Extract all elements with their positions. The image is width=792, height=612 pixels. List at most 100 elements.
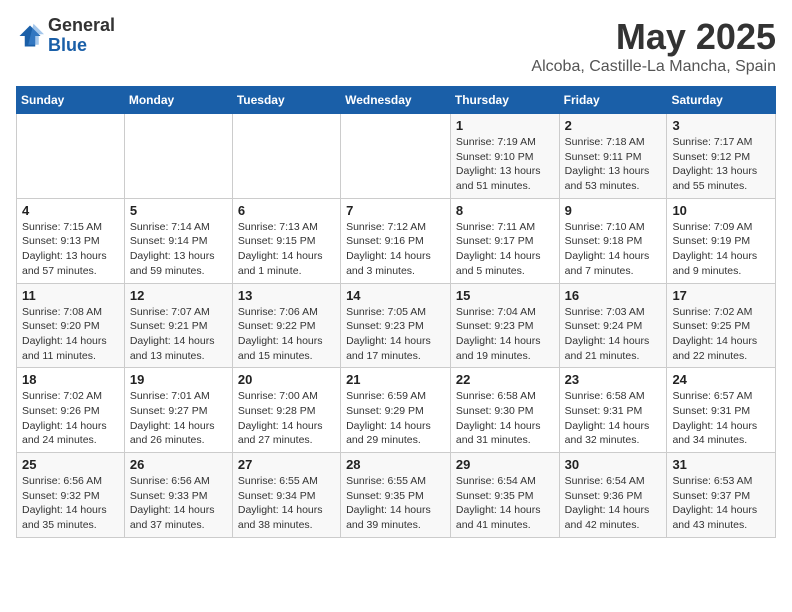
header-cell-wednesday: Wednesday xyxy=(341,87,451,114)
day-info: Sunrise: 7:04 AM Sunset: 9:23 PM Dayligh… xyxy=(456,305,554,364)
calendar-cell: 25Sunrise: 6:56 AM Sunset: 9:32 PM Dayli… xyxy=(17,453,125,538)
day-info: Sunrise: 6:54 AM Sunset: 9:36 PM Dayligh… xyxy=(565,474,662,533)
day-info: Sunrise: 7:10 AM Sunset: 9:18 PM Dayligh… xyxy=(565,220,662,279)
calendar-cell: 12Sunrise: 7:07 AM Sunset: 9:21 PM Dayli… xyxy=(124,283,232,368)
day-info: Sunrise: 7:17 AM Sunset: 9:12 PM Dayligh… xyxy=(672,135,770,194)
calendar-cell: 13 Sunrise: 7:06 AM Sunset: 9:22 PM Dayli… xyxy=(232,283,340,368)
calendar-cell xyxy=(341,114,451,199)
calendar-cell xyxy=(124,114,232,199)
day-number: 11 xyxy=(22,288,119,303)
day-info: Sunrise: 6:56 AM Sunset: 9:33 PM Dayligh… xyxy=(130,474,227,533)
day-number: 15 xyxy=(456,288,554,303)
page-title: May 2025 xyxy=(531,16,776,58)
logo-blue: Blue xyxy=(48,36,115,56)
calendar-cell: 26 Sunrise: 6:56 AM Sunset: 9:33 PM Dayli… xyxy=(124,453,232,538)
day-number: 21 xyxy=(346,372,445,387)
calendar-cell: 30 Sunrise: 6:54 AM Sunset: 9:36 PM Dayli… xyxy=(559,453,667,538)
day-info: Sunrise: 7:08 AM Sunset: 9:20 PM Dayligh… xyxy=(22,305,119,364)
calendar-week-3: 18 Sunrise: 7:02 AM Sunset: 9:26 PM Dayli… xyxy=(17,368,776,453)
header-cell-saturday: Saturday xyxy=(667,87,776,114)
calendar-cell: 6 Sunrise: 7:13 AM Sunset: 9:15 PM Daylig… xyxy=(232,198,340,283)
day-number: 24 xyxy=(672,372,770,387)
day-info: Sunrise: 7:00 AM Sunset: 9:28 PM Dayligh… xyxy=(238,389,335,448)
day-number: 28 xyxy=(346,457,445,472)
header-cell-monday: Monday xyxy=(124,87,232,114)
calendar-cell: 4 Sunrise: 7:15 AM Sunset: 9:13 PM Daylig… xyxy=(17,198,125,283)
calendar-cell: 22 Sunrise: 6:58 AM Sunset: 9:30 PM Dayli… xyxy=(450,368,559,453)
calendar-cell: 21 Sunrise: 6:59 AM Sunset: 9:29 PM Dayli… xyxy=(341,368,451,453)
day-number: 26 xyxy=(130,457,227,472)
logo-icon xyxy=(16,22,44,50)
day-info: Sunrise: 7:01 AM Sunset: 9:27 PM Dayligh… xyxy=(130,389,227,448)
calendar-cell: 28 Sunrise: 6:55 AM Sunset: 9:35 PM Dayli… xyxy=(341,453,451,538)
day-number: 4 xyxy=(22,203,119,218)
day-number: 16 xyxy=(565,288,662,303)
day-info: Sunrise: 7:15 AM Sunset: 9:13 PM Dayligh… xyxy=(22,220,119,279)
day-info: Sunrise: 6:54 AM Sunset: 9:35 PM Dayligh… xyxy=(456,474,554,533)
day-info: Sunrise: 7:07 AM Sunset: 9:21 PM Dayligh… xyxy=(130,305,227,364)
calendar-cell xyxy=(17,114,125,199)
day-number: 2 xyxy=(565,118,662,133)
page-subtitle: Alcoba, Castille-La Mancha, Spain xyxy=(531,58,776,76)
day-info: Sunrise: 6:55 AM Sunset: 9:35 PM Dayligh… xyxy=(346,474,445,533)
day-info: Sunrise: 6:59 AM Sunset: 9:29 PM Dayligh… xyxy=(346,389,445,448)
day-number: 10 xyxy=(672,203,770,218)
calendar-week-0: 1 Sunrise: 7:19 AM Sunset: 9:10 PM Daylig… xyxy=(17,114,776,199)
day-info: Sunrise: 6:58 AM Sunset: 9:31 PM Dayligh… xyxy=(565,389,662,448)
calendar-cell: 9Sunrise: 7:10 AM Sunset: 9:18 PM Daylig… xyxy=(559,198,667,283)
calendar-cell: 2 Sunrise: 7:18 AM Sunset: 9:11 PM Daylig… xyxy=(559,114,667,199)
calendar-cell: 1 Sunrise: 7:19 AM Sunset: 9:10 PM Daylig… xyxy=(450,114,559,199)
calendar-cell: 29 Sunrise: 6:54 AM Sunset: 9:35 PM Dayli… xyxy=(450,453,559,538)
day-info: Sunrise: 7:06 AM Sunset: 9:22 PM Dayligh… xyxy=(238,305,335,364)
day-number: 29 xyxy=(456,457,554,472)
calendar-cell: 17Sunrise: 7:02 AM Sunset: 9:25 PM Dayli… xyxy=(667,283,776,368)
day-info: Sunrise: 7:19 AM Sunset: 9:10 PM Dayligh… xyxy=(456,135,554,194)
day-info: Sunrise: 7:12 AM Sunset: 9:16 PM Dayligh… xyxy=(346,220,445,279)
day-number: 13 xyxy=(238,288,335,303)
day-number: 25 xyxy=(22,457,119,472)
calendar-body: 1 Sunrise: 7:19 AM Sunset: 9:10 PM Daylig… xyxy=(17,114,776,538)
calendar-cell: 19 Sunrise: 7:01 AM Sunset: 9:27 PM Dayli… xyxy=(124,368,232,453)
calendar-cell: 14Sunrise: 7:05 AM Sunset: 9:23 PM Dayli… xyxy=(341,283,451,368)
header-cell-sunday: Sunday xyxy=(17,87,125,114)
calendar-cell: 23 Sunrise: 6:58 AM Sunset: 9:31 PM Dayli… xyxy=(559,368,667,453)
logo-text: General Blue xyxy=(48,16,115,56)
calendar-week-1: 4 Sunrise: 7:15 AM Sunset: 9:13 PM Daylig… xyxy=(17,198,776,283)
calendar-cell xyxy=(232,114,340,199)
calendar-cell: 27 Sunrise: 6:55 AM Sunset: 9:34 PM Dayli… xyxy=(232,453,340,538)
day-info: Sunrise: 7:03 AM Sunset: 9:24 PM Dayligh… xyxy=(565,305,662,364)
title-block: May 2025 Alcoba, Castille-La Mancha, Spa… xyxy=(531,16,776,76)
day-number: 3 xyxy=(672,118,770,133)
calendar-cell: 11 Sunrise: 7:08 AM Sunset: 9:20 PM Dayli… xyxy=(17,283,125,368)
calendar-cell: 8 Sunrise: 7:11 AM Sunset: 9:17 PM Daylig… xyxy=(450,198,559,283)
header-row: SundayMondayTuesdayWednesdayThursdayFrid… xyxy=(17,87,776,114)
day-info: Sunrise: 6:58 AM Sunset: 9:30 PM Dayligh… xyxy=(456,389,554,448)
calendar-cell: 3 Sunrise: 7:17 AM Sunset: 9:12 PM Daylig… xyxy=(667,114,776,199)
header-cell-tuesday: Tuesday xyxy=(232,87,340,114)
day-info: Sunrise: 7:11 AM Sunset: 9:17 PM Dayligh… xyxy=(456,220,554,279)
day-number: 30 xyxy=(565,457,662,472)
calendar-cell: 7Sunrise: 7:12 AM Sunset: 9:16 PM Daylig… xyxy=(341,198,451,283)
calendar-cell: 5Sunrise: 7:14 AM Sunset: 9:14 PM Daylig… xyxy=(124,198,232,283)
calendar-cell: 16 Sunrise: 7:03 AM Sunset: 9:24 PM Dayli… xyxy=(559,283,667,368)
logo-general: General xyxy=(48,16,115,36)
day-info: Sunrise: 7:13 AM Sunset: 9:15 PM Dayligh… xyxy=(238,220,335,279)
day-info: Sunrise: 7:18 AM Sunset: 9:11 PM Dayligh… xyxy=(565,135,662,194)
day-number: 8 xyxy=(456,203,554,218)
day-info: Sunrise: 6:55 AM Sunset: 9:34 PM Dayligh… xyxy=(238,474,335,533)
page-header: General Blue May 2025 Alcoba, Castille-L… xyxy=(16,16,776,76)
day-number: 31 xyxy=(672,457,770,472)
header-cell-thursday: Thursday xyxy=(450,87,559,114)
day-number: 23 xyxy=(565,372,662,387)
day-number: 27 xyxy=(238,457,335,472)
day-number: 22 xyxy=(456,372,554,387)
day-info: Sunrise: 7:02 AM Sunset: 9:26 PM Dayligh… xyxy=(22,389,119,448)
day-number: 18 xyxy=(22,372,119,387)
header-cell-friday: Friday xyxy=(559,87,667,114)
day-number: 1 xyxy=(456,118,554,133)
day-number: 6 xyxy=(238,203,335,218)
calendar-cell: 10Sunrise: 7:09 AM Sunset: 9:19 PM Dayli… xyxy=(667,198,776,283)
day-info: Sunrise: 6:53 AM Sunset: 9:37 PM Dayligh… xyxy=(672,474,770,533)
calendar-week-2: 11 Sunrise: 7:08 AM Sunset: 9:20 PM Dayli… xyxy=(17,283,776,368)
day-number: 19 xyxy=(130,372,227,387)
